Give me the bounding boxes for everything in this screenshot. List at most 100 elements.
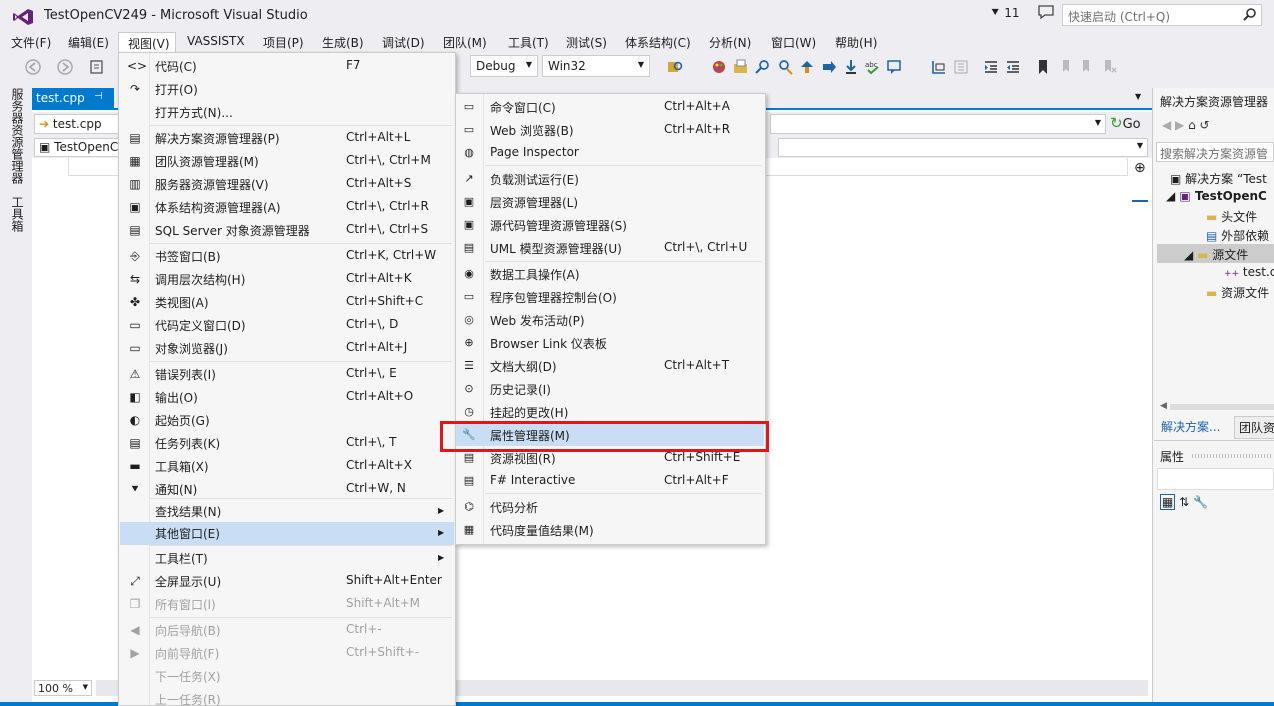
forward-icon[interactable] (56, 58, 74, 76)
menu-separator (150, 498, 452, 499)
menu-project[interactable]: 项目(P) (263, 32, 304, 52)
tab-dropdown-icon[interactable]: ▼ (1135, 92, 1141, 101)
scroll-left-icon[interactable]: ◀ (1160, 401, 1167, 411)
back-icon[interactable] (24, 58, 42, 76)
menu-architecture[interactable]: 体系结构(C) (625, 32, 691, 52)
toolbox-tab[interactable]: 工具箱 (9, 196, 26, 232)
spell-check-icon[interactable]: abc (864, 58, 882, 76)
tree-label: 资源文件 (1221, 286, 1270, 300)
submenu-item-label: 层资源管理器(L) (490, 196, 579, 210)
menu-item-label: 向后导航(B) (155, 624, 221, 638)
uml-explorer-icon: ▤ (463, 241, 475, 254)
menu-test[interactable]: 测试(S) (566, 32, 607, 52)
outdent-icon[interactable] (1004, 58, 1022, 76)
alphabetical-icon[interactable]: ⇅ (1179, 495, 1189, 509)
properties-object-select[interactable] (1157, 468, 1274, 490)
clear-bookmarks-icon[interactable] (1100, 58, 1118, 76)
open-file-icon[interactable] (732, 58, 750, 76)
menu-vassistx[interactable]: VASSISTX (187, 32, 245, 52)
menu-view[interactable]: 视图(V) (118, 32, 176, 52)
home-icon: ⌂ (1188, 118, 1196, 132)
tree-test-cpp[interactable]: ++ test.c (1224, 265, 1274, 279)
code-icon: <> (127, 59, 148, 73)
previous-bookmark-icon[interactable] (1056, 58, 1074, 76)
find-in-files-icon[interactable] (666, 58, 684, 76)
tab-team-explorer[interactable]: 团队资 (1234, 416, 1274, 439)
solution-search-input[interactable]: 搜索解决方案资源管 (1156, 142, 1274, 162)
properties-title: 属性 (1160, 450, 1185, 464)
configuration-value: Debug (476, 59, 516, 73)
split-window-icon[interactable]: ⊕ (1134, 160, 1146, 176)
move-up-icon[interactable] (798, 58, 816, 76)
menu-window[interactable]: 窗口(W) (771, 32, 816, 52)
tree-solution[interactable]: ▣ 解决方案 “Test (1170, 170, 1267, 187)
tree-source-files[interactable]: ◢ ▬ 源文件 (1184, 246, 1248, 263)
sql-server-icon: ▤ (129, 223, 141, 237)
menu-team[interactable]: 团队(M) (443, 32, 487, 52)
step-into-icon[interactable] (842, 58, 860, 76)
tab-test-cpp[interactable]: test.cpp ⊣ (32, 88, 114, 110)
menu-item-shortcut: Ctrl+Shift+C (346, 294, 424, 308)
pin-icon[interactable]: ⊣ (94, 91, 103, 102)
folder-icon: ▬ (1206, 286, 1218, 300)
tree-resource-files[interactable]: ▬ 资源文件 (1206, 284, 1269, 301)
navigation-member-select[interactable]: ▼ (770, 114, 1106, 134)
menu-item-shortcut: Ctrl+Alt+X (346, 458, 412, 472)
submenu-item-label: UML 模型资源管理器(U) (490, 242, 622, 256)
dependency-icon: ▤ (1206, 229, 1218, 243)
menu-debug[interactable]: 调试(D) (382, 32, 425, 52)
chevron-down-icon: ▼ (1094, 118, 1101, 127)
menu-analyze[interactable]: 分析(N) (709, 32, 751, 52)
color-palette-icon[interactable] (710, 58, 728, 76)
tree-project[interactable]: ◢ ▣ TestOpenC (1166, 189, 1267, 203)
search-icon[interactable] (1243, 7, 1257, 21)
menu-separator (485, 493, 761, 494)
menu-help[interactable]: 帮助(H) (835, 32, 877, 52)
find-symbol-icon[interactable] (754, 58, 772, 76)
toolbar-grid-icon[interactable] (930, 58, 948, 76)
align-icon[interactable] (952, 58, 970, 76)
menu-file[interactable]: 文件(F) (11, 32, 51, 52)
comment-icon[interactable] (886, 58, 904, 76)
menu-tools[interactable]: 工具(T) (508, 32, 549, 52)
feedback-icon[interactable] (1037, 4, 1055, 20)
bookmark-icon[interactable] (1034, 58, 1052, 76)
menu-item-label: 打开方式(N)... (155, 106, 233, 120)
menu-item-label: 服务器资源管理器(V) (155, 178, 269, 192)
menu-edit[interactable]: 编辑(E) (68, 32, 109, 52)
solution-platform-select[interactable]: Win32 ▼ (542, 55, 650, 77)
navigation-file-select[interactable]: ➔ test.cpp (34, 114, 124, 134)
panel-hscrollbar[interactable] (1170, 404, 1274, 410)
tree-header-files[interactable]: ▬ 头文件 (1206, 208, 1257, 225)
navigation-project-select[interactable]: ▣ TestOpenCV (34, 138, 126, 157)
solution-toolbar-icons[interactable]: ◀ ▶ ⌂ ↺ (1162, 118, 1210, 132)
panel-divider (1154, 440, 1274, 441)
quick-launch-input[interactable]: 快速启动 (Ctrl+Q) (1062, 4, 1262, 26)
go-button[interactable]: ↻Go (1110, 114, 1150, 134)
menu-item-label: 书签窗口(B) (155, 250, 221, 264)
tree-external-deps[interactable]: ▤ 外部依赖 (1206, 227, 1269, 244)
indent-icon[interactable] (982, 58, 1000, 76)
go-label: Go (1122, 117, 1141, 132)
categorized-icon[interactable]: ▦ (1160, 494, 1176, 510)
navigation-scope-select[interactable]: ▼ (778, 138, 1148, 157)
property-pages-icon[interactable]: 🔧 (1193, 495, 1208, 509)
team-explorer-icon: ▦ (129, 154, 141, 168)
menu-item-label: 类视图(A) (155, 296, 209, 310)
new-project-icon[interactable] (88, 58, 106, 76)
server-explorer-tab[interactable]: 服务器资源管理器 (9, 88, 26, 184)
menu-item-shortcut: Ctrl+\, Ctrl+S (346, 222, 429, 236)
menu-item-label: 查找结果(N) (155, 505, 222, 519)
menu-item-shortcut: Ctrl+Alt+K (346, 271, 412, 285)
go-to-definition-icon[interactable] (776, 58, 794, 76)
solution-configuration-select[interactable]: Debug ▼ (470, 55, 538, 77)
menu-separator (150, 617, 452, 618)
chevron-down-icon: ▼ (1136, 141, 1143, 150)
menu-build[interactable]: 生成(B) (322, 32, 364, 52)
tab-solution-explorer[interactable]: 解决方案... (1161, 418, 1220, 435)
notifications-flag[interactable]: ⯆ 11 (990, 6, 1020, 21)
zoom-level-select[interactable]: 100 % ▼ (34, 680, 92, 696)
next-bookmark-icon[interactable] (1078, 58, 1096, 76)
menu-item-shortcut: Ctrl+Alt+O (346, 389, 414, 403)
move-right-icon[interactable] (820, 58, 838, 76)
